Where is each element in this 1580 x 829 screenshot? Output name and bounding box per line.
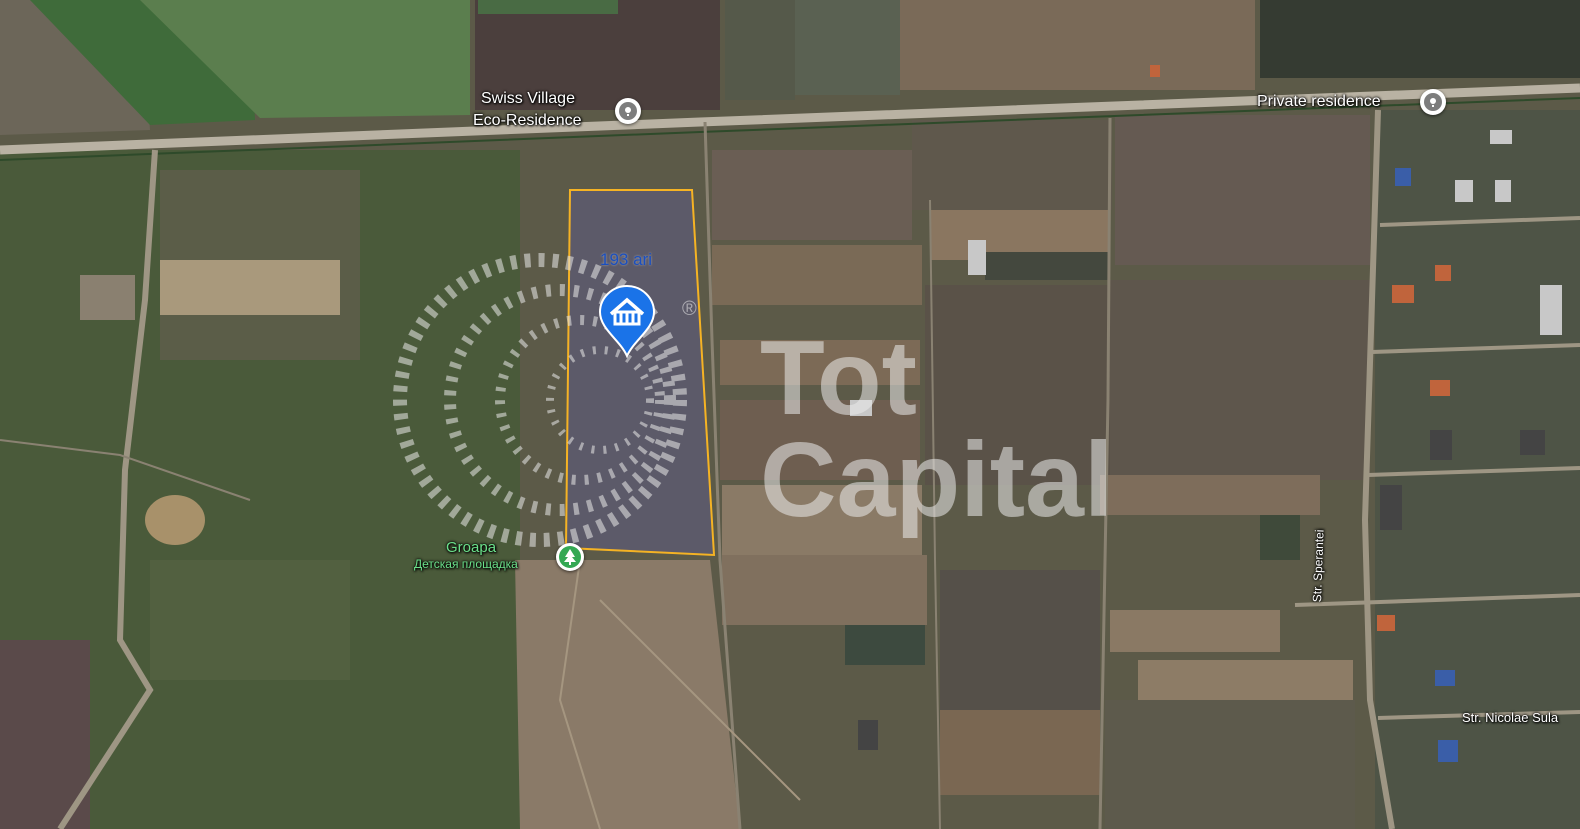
- tree-glyph-icon: [564, 549, 576, 565]
- pin-icon[interactable]: [1420, 89, 1446, 115]
- street-label-nicolae: Str. Nicolae Sula: [1462, 710, 1559, 725]
- tree-icon[interactable]: [556, 543, 584, 571]
- poi-swiss-village-line2[interactable]: Eco-Residence: [473, 112, 582, 130]
- property-marker-icon[interactable]: [598, 284, 656, 358]
- poi-groapa-name[interactable]: Groapa: [446, 539, 496, 556]
- watermark-registered-mark: ®: [682, 298, 697, 320]
- pin-icon[interactable]: [615, 98, 641, 124]
- plot-area-label: 193 ari: [600, 250, 652, 269]
- satellite-map[interactable]: Tot Capital ® 193 ari Swiss Village Eco-…: [0, 0, 1580, 829]
- poi-groapa-subtitle[interactable]: Детская площадка: [414, 557, 518, 571]
- watermark-text-line2: Capital: [760, 421, 1114, 539]
- poi-private-residence[interactable]: Private residence: [1257, 93, 1381, 111]
- street-label-sperantei: Str. Sperantei: [1310, 529, 1327, 603]
- poi-swiss-village-line1[interactable]: Swiss Village: [481, 90, 575, 108]
